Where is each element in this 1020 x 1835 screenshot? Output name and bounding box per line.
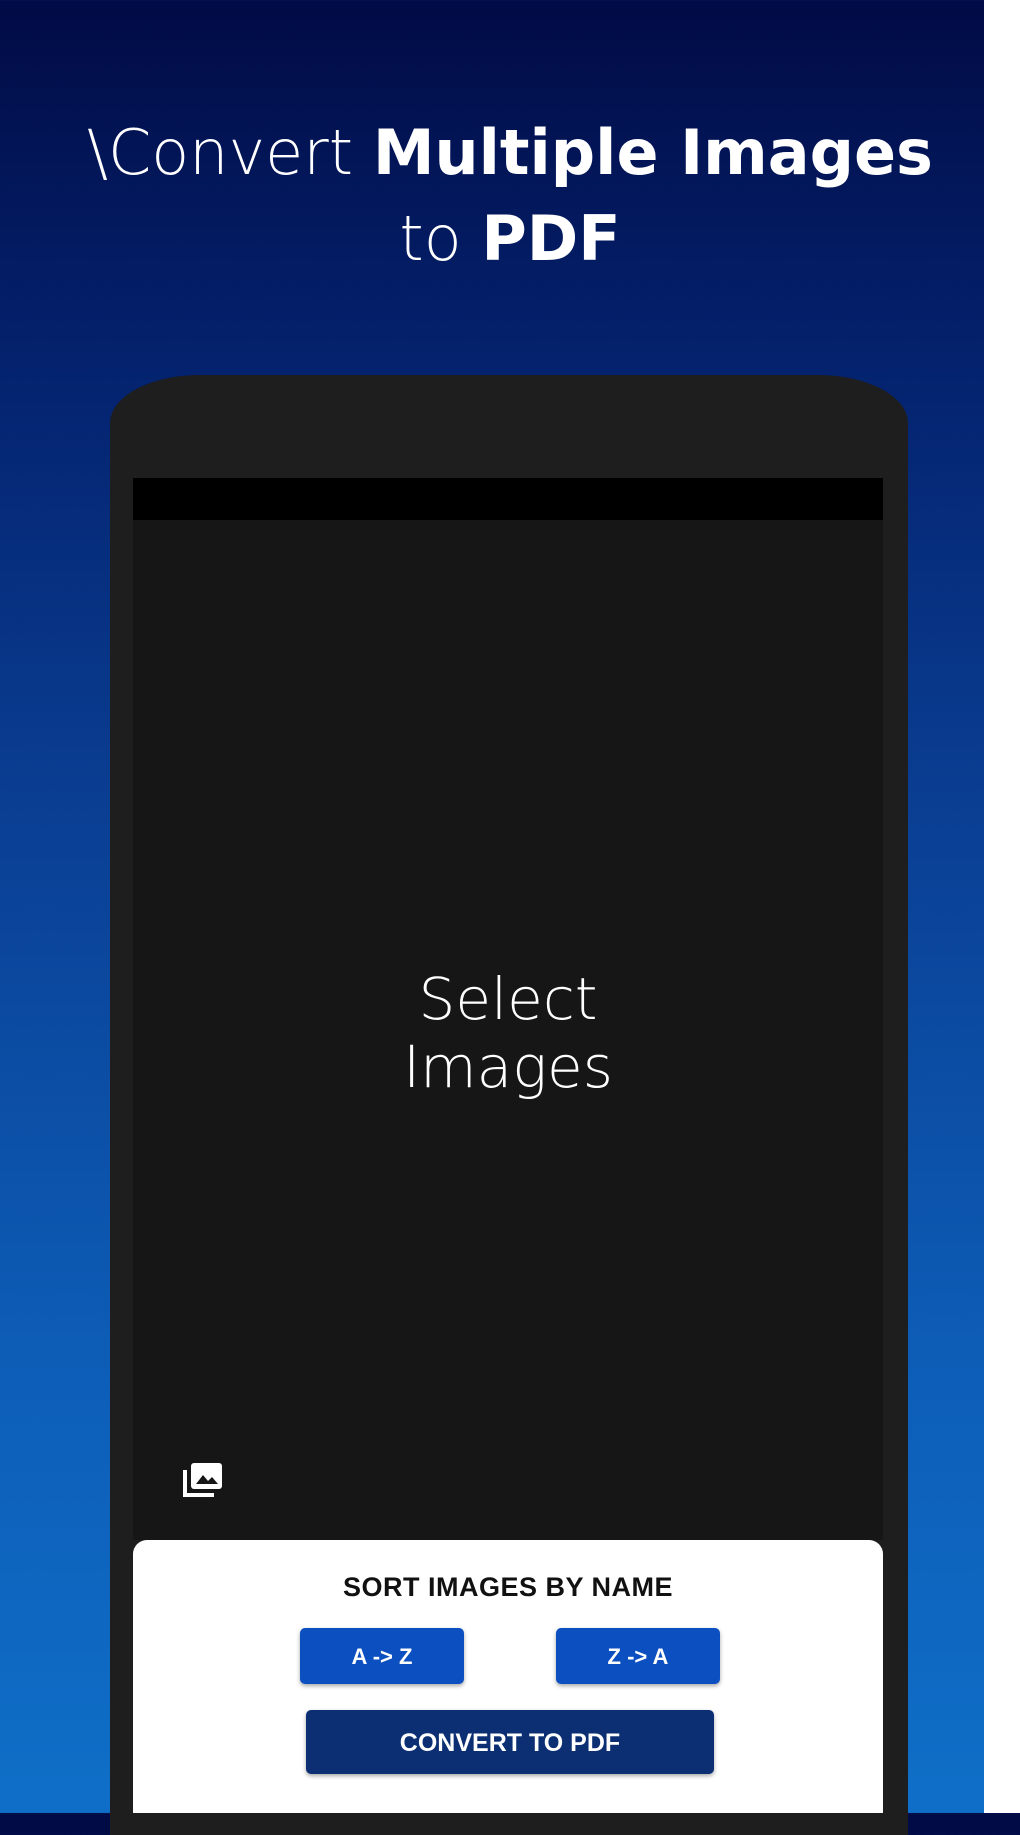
placeholder-line-1: Select: [418, 965, 598, 1033]
headline-line2-bold: PDF: [481, 202, 621, 275]
headline-line2-prefix: to: [399, 202, 482, 275]
convert-to-pdf-button[interactable]: CONVERT TO PDF: [306, 1710, 714, 1774]
headline-line1-bold: Multiple Images: [372, 116, 933, 189]
promo-headline: \Convert Multiple Images to PDF: [0, 110, 1020, 282]
placeholder-line-2: Images: [403, 1033, 613, 1101]
sort-z-to-a-button[interactable]: Z -> A: [556, 1628, 720, 1684]
headline-line-1: \Convert Multiple Images: [0, 110, 1020, 196]
sort-a-to-z-button[interactable]: A -> Z: [300, 1628, 464, 1684]
status-bar: [133, 478, 883, 520]
headline-line1-prefix: \Convert: [87, 116, 373, 189]
headline-line-2: to PDF: [0, 196, 1020, 282]
select-images-placeholder[interactable]: Select Images: [133, 965, 883, 1101]
photo-library-icon[interactable]: [182, 1462, 224, 1498]
sort-panel: SORT IMAGES BY NAME A -> Z Z -> A CONVER…: [133, 1540, 883, 1813]
sort-panel-title: SORT IMAGES BY NAME: [342, 1572, 674, 1602]
